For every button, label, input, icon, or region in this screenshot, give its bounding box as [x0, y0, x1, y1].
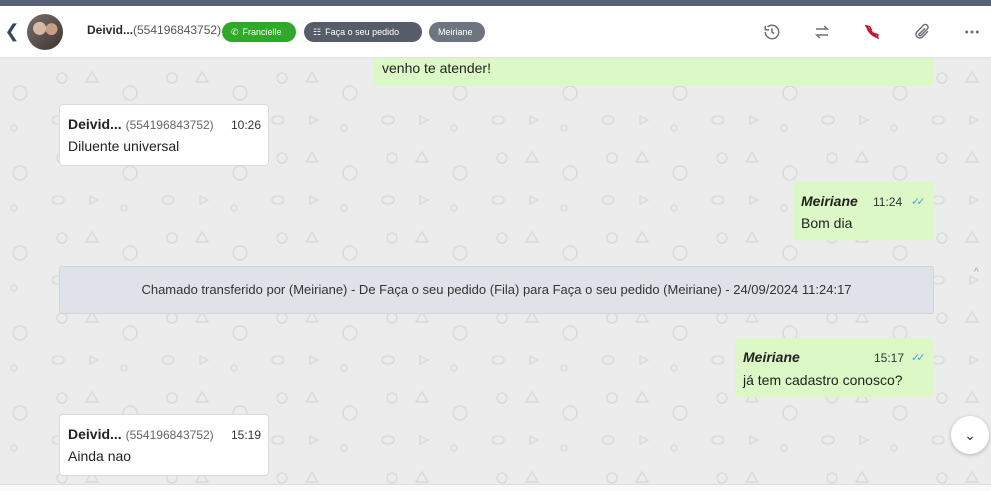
sender-name: Deivid... — [68, 116, 122, 132]
message-text: Bom dia — [801, 215, 853, 231]
contact-phone: (554196843752) — [133, 23, 222, 37]
chevron-up-icon[interactable]: ^ — [974, 267, 979, 278]
message-outgoing[interactable]: Meiriane 15:17 ✓✓ já tem cadastro conosc… — [735, 338, 934, 397]
message-time: 15:19 — [231, 428, 262, 442]
more-icon[interactable] — [959, 19, 985, 45]
sender-phone: (554196843752) — [125, 118, 214, 132]
attendant-badge[interactable]: Meiriane — [429, 22, 485, 42]
message-time: 10:26 — [231, 118, 262, 132]
message-text: já tem cadastro conosco? — [743, 372, 903, 388]
chat-area[interactable]: venho te atender! Deivid... (55419684375… — [0, 58, 991, 484]
chat-header: ❮ Deivid... (554196843752) ✆ Francielle ☷… — [0, 6, 991, 58]
read-ticks-icon: ✓✓ — [911, 352, 926, 364]
agent-badge-label: Francielle — [242, 27, 282, 37]
read-ticks-icon: ✓✓ — [911, 196, 926, 208]
message-incoming[interactable]: Deivid... (554196843752) 10:26 Diluente … — [59, 104, 269, 166]
sender-name: Meiriane — [801, 193, 858, 209]
hangup-icon[interactable] — [859, 19, 885, 45]
message-incoming[interactable]: Deivid... (554196843752) 15:19 Ainda nao — [59, 414, 269, 476]
agent-badge[interactable]: ✆ Francielle — [222, 22, 296, 42]
queue-badge[interactable]: ☷ Faça o seu pedido — [304, 22, 422, 42]
transfer-icon[interactable] — [809, 19, 835, 45]
sender-name: Meiriane — [743, 349, 800, 365]
message-outgoing[interactable]: Meiriane 11:24 ✓✓ Bom dia — [793, 182, 934, 240]
history-icon[interactable] — [759, 19, 785, 45]
contact-name[interactable]: Deivid... — [87, 23, 133, 37]
attendant-badge-label: Meiriane — [438, 27, 473, 37]
chevron-down-icon: ⌄ — [964, 427, 976, 443]
message-time: 11:24 — [873, 195, 903, 209]
back-icon[interactable]: ❮ — [4, 20, 20, 42]
attach-icon[interactable] — [909, 19, 935, 45]
composer-edge — [0, 484, 991, 491]
sender-name: Deivid... — [68, 426, 122, 442]
message-outgoing[interactable]: venho te atender! — [373, 58, 934, 86]
message-text: Ainda nao — [68, 448, 132, 464]
message-text: Diluente universal — [68, 138, 180, 154]
queue-badge-label: Faça o seu pedido — [325, 27, 400, 37]
sitemap-icon: ☷ — [313, 27, 322, 37]
avatar[interactable] — [27, 14, 63, 50]
message-text: venho te atender! — [382, 60, 491, 76]
scroll-down-button[interactable]: ⌄ — [951, 416, 989, 454]
message-time: 15:17 — [874, 351, 905, 365]
whatsapp-icon: ✆ — [231, 27, 239, 37]
system-message: Chamado transferido por (Meiriane) - De … — [59, 266, 934, 314]
sender-phone: (554196843752) — [125, 428, 214, 442]
